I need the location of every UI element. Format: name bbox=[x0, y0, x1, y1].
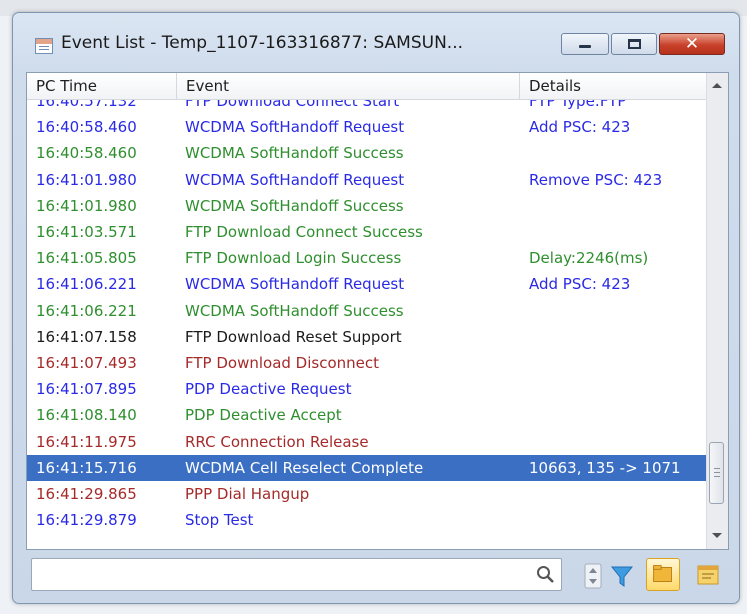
cell-pc-time: 16:41:03.571 bbox=[36, 223, 137, 241]
maximize-icon bbox=[628, 39, 641, 49]
up-down-arrows-icon[interactable] bbox=[584, 562, 602, 590]
table-row[interactable]: 16:41:08.140 PDP Deactive Accept bbox=[27, 402, 707, 428]
cell-event: WCDMA SoftHandoff Success bbox=[185, 196, 404, 215]
scrollbar-thumb[interactable] bbox=[709, 442, 724, 504]
note-icon[interactable] bbox=[695, 562, 721, 590]
cell-details: Remove PSC: 423 bbox=[529, 170, 663, 189]
table-row[interactable]: 16:41:03.571 FTP Download Connect Success bbox=[27, 219, 707, 245]
table-row[interactable]: 16:41:07.895 PDP Deactive Request bbox=[27, 376, 707, 402]
folder-icon bbox=[653, 565, 672, 583]
minimize-icon bbox=[579, 45, 591, 48]
column-header-details[interactable]: Details bbox=[519, 73, 707, 99]
minimize-button[interactable] bbox=[561, 33, 609, 55]
cell-event: FTP Download Connect Success bbox=[185, 223, 423, 241]
scroll-up-icon[interactable] bbox=[712, 83, 722, 88]
search-box[interactable] bbox=[31, 558, 562, 591]
title-bar[interactable]: Event List - Temp_1107-163316877: SAMSUN… bbox=[13, 13, 739, 69]
cell-pc-time: 16:40:58.460 bbox=[36, 118, 137, 137]
cell-pc-time: 16:41:29.879 bbox=[36, 511, 137, 530]
table-row[interactable]: 16:40:57.132 FTP Download Connect Start FT… bbox=[27, 100, 707, 114]
cell-pc-time: 16:40:58.460 bbox=[36, 144, 137, 163]
search-input[interactable] bbox=[36, 563, 520, 587]
search-icon[interactable] bbox=[536, 565, 555, 584]
table-body: 16:40:57.132 FTP Download Connect Start FT… bbox=[27, 100, 707, 549]
table-row[interactable]: 16:41:11.975 RRC Connection Release bbox=[27, 429, 707, 455]
table-row[interactable]: 16:40:58.460 WCDMA SoftHandoff Request Add… bbox=[27, 114, 707, 140]
column-header-event[interactable]: Event bbox=[176, 73, 519, 99]
close-button[interactable]: ✕ bbox=[659, 33, 725, 55]
table-row[interactable]: 16:40:58.460 WCDMA SoftHandoff Success bbox=[27, 140, 707, 166]
cell-details: 10663, 135 -> 1071 bbox=[529, 458, 681, 477]
cell-event: WCDMA SoftHandoff Request bbox=[185, 118, 405, 137]
cell-details: Add PSC: 423 bbox=[529, 118, 631, 137]
cell-pc-time: 16:41:11.975 bbox=[36, 432, 137, 451]
cell-pc-time: 16:41:06.221 bbox=[36, 301, 137, 320]
cell-event: FTP Download Disconnect bbox=[185, 354, 379, 372]
cell-event: Stop Test bbox=[185, 511, 254, 530]
cell-event: PDP Deactive Request bbox=[185, 380, 352, 399]
cell-event: PPP Dial Hangup bbox=[185, 485, 310, 503]
cell-event: WCDMA SoftHandoff Request bbox=[185, 170, 405, 189]
cell-event: WCDMA SoftHandoff Success bbox=[185, 144, 404, 163]
cell-event: RRC Connection Release bbox=[185, 432, 369, 451]
cell-pc-time: 16:41:29.865 bbox=[36, 485, 137, 503]
cell-pc-time: 16:41:07.493 bbox=[36, 354, 137, 372]
cell-pc-time: 16:41:05.805 bbox=[36, 249, 137, 268]
table-row[interactable]: 16:41:06.221 WCDMA SoftHandoff Request Add… bbox=[27, 271, 707, 297]
event-list-window: Event List - Temp_1107-163316877: SAMSUN… bbox=[12, 12, 740, 604]
close-icon: ✕ bbox=[684, 34, 700, 54]
filter-icon[interactable] bbox=[610, 562, 634, 590]
cell-event: FTP Download Login Success bbox=[185, 249, 402, 268]
cell-event: WCDMA SoftHandoff Request bbox=[185, 275, 405, 294]
cell-event: PDP Deactive Accept bbox=[185, 406, 342, 425]
cell-pc-time: 16:41:15.716 bbox=[36, 458, 137, 477]
cell-pc-time: 16:41:08.140 bbox=[36, 406, 137, 425]
folder-button[interactable] bbox=[646, 558, 680, 591]
cell-event: WCDMA Cell Reselect Complete bbox=[185, 458, 424, 477]
table-row[interactable]: 16:41:07.158 FTP Download Reset Support bbox=[27, 324, 707, 350]
table-header: PC Time Event Details bbox=[27, 73, 707, 100]
cell-details: Add PSC: 423 bbox=[529, 275, 631, 294]
table-row[interactable]: 16:41:01.980 WCDMA SoftHandoff Success bbox=[27, 193, 707, 219]
window-title: Event List - Temp_1107-163316877: SAMSUN… bbox=[61, 33, 464, 53]
maximize-button[interactable] bbox=[611, 33, 657, 55]
cell-pc-time: 16:40:57.132 bbox=[36, 100, 137, 110]
table-row[interactable]: 16:41:07.493 FTP Download Disconnect bbox=[27, 350, 707, 376]
table-row[interactable]: 16:41:05.805 FTP Download Login Success De… bbox=[27, 245, 707, 271]
table-row[interactable]: 16:41:29.865 PPP Dial Hangup bbox=[27, 481, 707, 507]
table-row[interactable]: 16:41:01.980 WCDMA SoftHandoff Request Rem… bbox=[27, 167, 707, 193]
table-row[interactable]: 16:41:29.879 Stop Test bbox=[27, 507, 707, 533]
cell-pc-time: 16:41:01.980 bbox=[36, 170, 137, 189]
cell-event: FTP Download Connect Start bbox=[185, 100, 400, 110]
window-icon bbox=[35, 38, 53, 54]
cell-details: Delay:2246(ms) bbox=[529, 249, 649, 268]
scroll-down-icon[interactable] bbox=[712, 533, 722, 538]
vertical-scrollbar[interactable] bbox=[706, 73, 728, 549]
cell-event: WCDMA SoftHandoff Success bbox=[185, 301, 404, 320]
column-header-pc-time[interactable]: PC Time bbox=[27, 73, 176, 99]
event-table: PC Time Event Details 16:40:57.132 FTP Do… bbox=[26, 72, 729, 550]
cell-details: FTP Type:FTP bbox=[529, 100, 627, 110]
cell-pc-time: 16:41:07.158 bbox=[36, 327, 137, 346]
cell-pc-time: 16:41:01.980 bbox=[36, 196, 137, 215]
cell-pc-time: 16:41:06.221 bbox=[36, 275, 137, 294]
table-row[interactable]: 16:41:15.716 WCDMA Cell Reselect Complete… bbox=[27, 454, 707, 481]
cell-pc-time: 16:41:07.895 bbox=[36, 380, 137, 399]
cell-event: FTP Download Reset Support bbox=[185, 327, 402, 346]
table-row[interactable]: 16:41:06.221 WCDMA SoftHandoff Success bbox=[27, 298, 707, 324]
